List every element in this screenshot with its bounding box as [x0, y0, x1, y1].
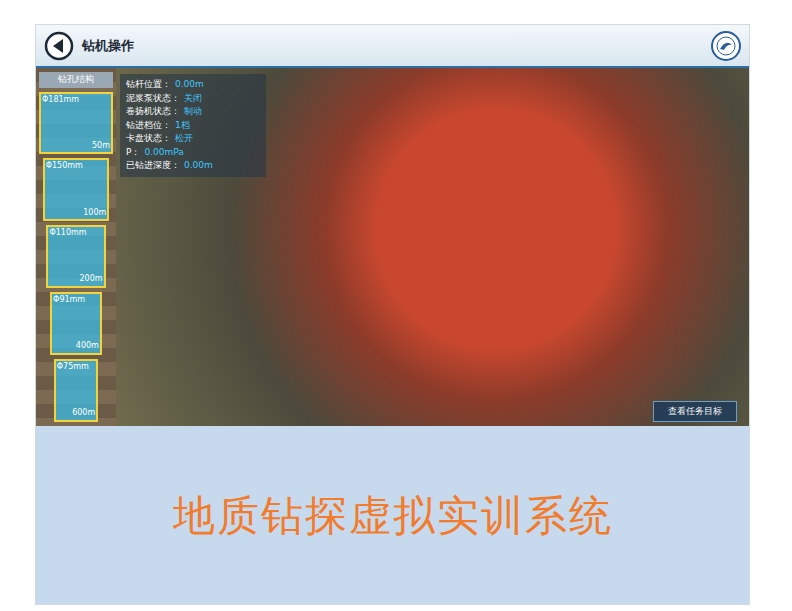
status-label: 钻杆位置：	[126, 78, 171, 92]
hole-segment: Φ91mm 400m	[50, 292, 102, 355]
status-label: 已钻进深度：	[126, 159, 180, 173]
back-icon[interactable]	[44, 31, 74, 61]
status-value: 1档	[175, 119, 190, 133]
status-label: P：	[126, 146, 140, 160]
status-row: 卡盘状态： 松开	[126, 132, 260, 146]
status-value: 松开	[175, 132, 193, 146]
status-row: 钻杆位置： 0.00m	[126, 78, 260, 92]
status-value: 0.00mPa	[144, 146, 183, 160]
status-row: P： 0.00mPa	[126, 146, 260, 160]
main-area: 钻孔结构 Φ181mm 50m Φ150mm 100m Φ110mm 200m Φ91mm 40…	[36, 68, 749, 426]
caption-area: 地质钻探虚拟实训系统	[36, 426, 749, 604]
drill-rig-scene: 钻杆位置：0.00m泥浆泵状态：关闭卷扬机状态：制动钻进档位：1档卡盘状态：松开…	[116, 68, 749, 426]
status-row: 卷扬机状态： 制动	[126, 105, 260, 119]
status-label: 钻进档位：	[126, 119, 171, 133]
hole-segment: Φ110mm 200m	[46, 225, 105, 288]
status-value: 关闭	[184, 92, 202, 106]
app-window: 钻机操作钻孔结构 Φ181mm 50m Φ150mm 100m Φ110mm 200m Φ91…	[35, 24, 750, 605]
segment-diameter: Φ75mm	[57, 363, 95, 372]
hole-structure-panel: 钻孔结构 Φ181mm 50m Φ150mm 100m Φ110mm 200m Φ91mm 40…	[36, 68, 116, 426]
segment-diameter: Φ110mm	[49, 229, 102, 238]
status-value: 0.00m	[175, 78, 204, 92]
status-value: 0.00m	[184, 159, 213, 173]
segment-diameter: Φ150mm	[46, 162, 107, 171]
hole-structure-title: 钻孔结构	[39, 72, 113, 88]
segment-diameter: Φ91mm	[53, 296, 99, 305]
hole-segment: Φ75mm 600m	[54, 359, 98, 422]
header-bar: 钻机操作	[36, 25, 749, 68]
status-row: 泥浆泵状态： 关闭	[126, 92, 260, 106]
status-label: 卡盘状态：	[126, 132, 171, 146]
segment-depth: 200m	[49, 275, 102, 284]
hole-segment: Φ150mm 100m	[43, 158, 110, 221]
segment-diameter: Φ181mm	[42, 96, 110, 105]
status-label: 卷扬机状态：	[126, 105, 180, 119]
status-panel: 钻杆位置：0.00m泥浆泵状态：关闭卷扬机状态：制动钻进档位：1档卡盘状态：松开…	[120, 74, 266, 177]
status-row: 钻进档位： 1档	[126, 119, 260, 133]
task-button[interactable]: 查看任务目标	[653, 401, 737, 423]
school-logo-icon	[711, 31, 741, 61]
segment-depth: 600m	[57, 409, 95, 418]
page-title: 钻机操作	[82, 36, 703, 56]
hole-segment: Φ181mm 50m	[39, 92, 113, 155]
status-value: 制动	[184, 105, 202, 119]
caption-title: 地质钻探虚拟实训系统	[173, 484, 613, 547]
segment-depth: 400m	[53, 342, 99, 351]
segment-depth: 50m	[42, 142, 110, 151]
status-label: 泥浆泵状态：	[126, 92, 180, 106]
segment-depth: 100m	[46, 209, 107, 218]
status-row: 已钻进深度： 0.00m	[126, 159, 260, 173]
